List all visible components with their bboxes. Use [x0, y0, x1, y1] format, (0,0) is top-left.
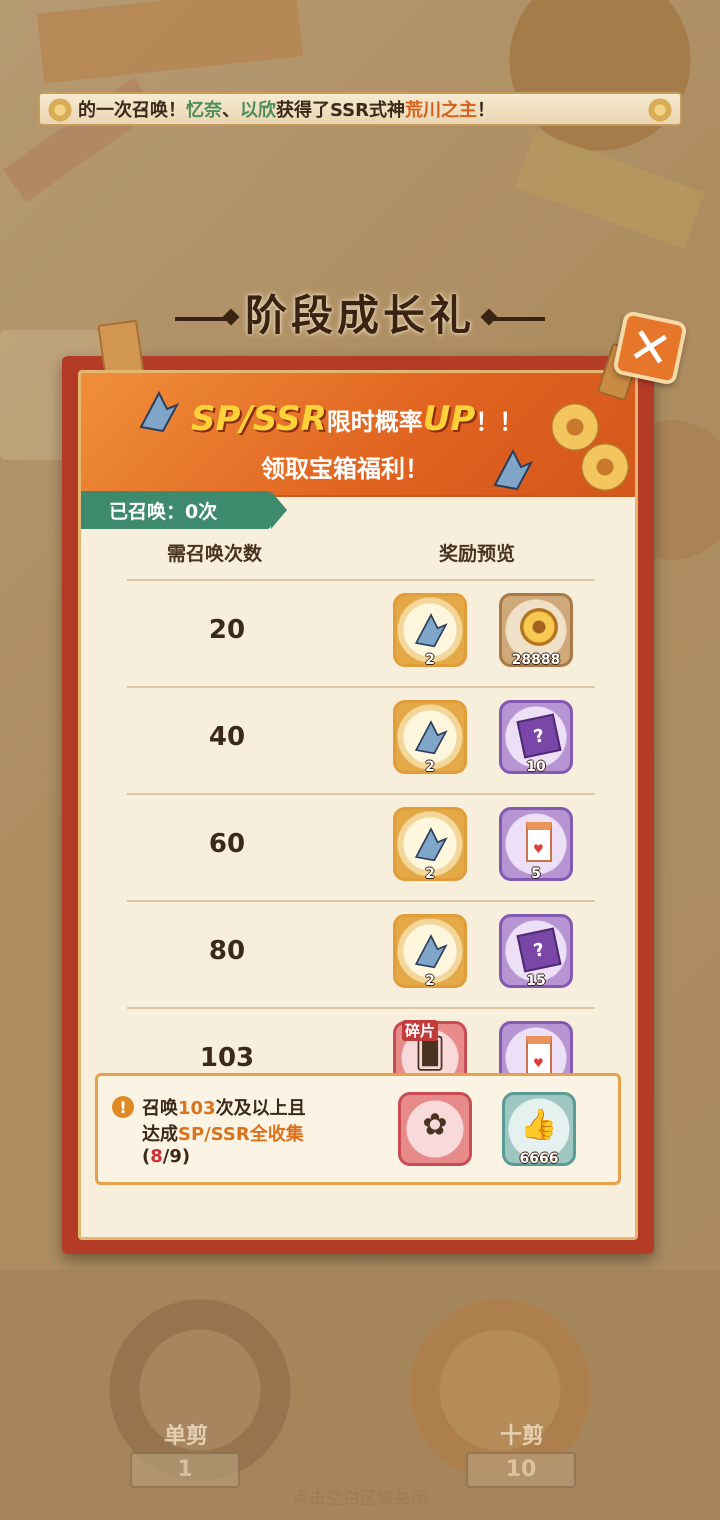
event-banner: SP/SSR限时概率UP！！ 领取宝箱福利！: [81, 373, 635, 497]
reward-paper: SP/SSR限时概率UP！！ 领取宝箱福利！ 已召唤：0次 需召唤次数 奖励预览…: [78, 370, 638, 1240]
shikigami-name: 荒川之主: [404, 100, 477, 121]
thumbs-up-card-icon: 👍: [520, 1107, 558, 1143]
player-name: 以欣: [240, 100, 276, 121]
exclamation-icon: !: [112, 1096, 134, 1118]
reward-item-paper-bird[interactable]: 2: [393, 700, 467, 775]
paper-bird-icon: [414, 827, 448, 862]
reward-item-mystery-gift[interactable]: ✿: [398, 1092, 472, 1166]
close-hint: 点击空白区域关闭: [292, 1489, 428, 1509]
coin-icon: [551, 403, 599, 451]
summon-count-badge: 已召唤：0次: [81, 491, 287, 529]
single-summon-cost: 1: [130, 1452, 240, 1488]
broadcast-marquee: 的一次召唤！ 忆奈 、 以欣 获得了SSR式神 荒川之主 ！: [38, 92, 682, 126]
paper-bird-icon: [493, 448, 534, 491]
flower-icon: [648, 98, 672, 122]
fragment-card-icon: 🂠: [414, 1036, 446, 1072]
paper-bird-icon: [414, 613, 448, 648]
title-ornament-left: [174, 317, 235, 321]
reward-item-paper-bird[interactable]: 2: [393, 807, 467, 882]
banner-headline: SP/SSR限时概率UP！！: [191, 399, 524, 439]
ten-summon-cost: 10: [466, 1452, 576, 1488]
required-count: 20: [208, 615, 246, 645]
mystery-box-icon: ?: [516, 713, 562, 759]
milk-carton-icon: [526, 822, 552, 862]
growth-reward-panel: SP/SSR限时概率UP！！ 领取宝箱福利！ 已召唤：0次 需召唤次数 奖励预览…: [62, 319, 654, 1254]
player-name: 忆奈: [186, 100, 222, 121]
reward-item-gold-coin[interactable]: 28888: [499, 593, 573, 668]
reward-item-paper-bird[interactable]: 2: [393, 593, 467, 668]
required-count: 80: [208, 936, 246, 966]
reward-item-milk-carton[interactable]: 5: [499, 807, 573, 882]
fragment-tag: 碎片: [402, 1020, 439, 1041]
collection-bonus: ! 召唤103次及以上且 达成SP/SSR全收集 (8/9) ✿ 👍 6666: [95, 1073, 621, 1185]
close-button[interactable]: ✕: [612, 310, 688, 386]
mystery-box-icon: ?: [516, 927, 562, 973]
table-header: 需召唤次数 奖励预览: [167, 543, 516, 565]
reward-table: 20 2 28888 40 2 ? 10 60 2 ♥ 5 80 2 ? 15 …: [127, 579, 595, 1114]
required-count: 103: [199, 1043, 255, 1073]
title-ornament-right: [485, 317, 545, 321]
single-summon-label: 单剪: [163, 1424, 208, 1449]
table-row: 20 2 28888: [127, 579, 595, 686]
paper-bird-icon: [139, 390, 180, 433]
ten-summon-label: 十剪: [499, 1424, 544, 1449]
table-row: 80 2 ? 15: [127, 900, 595, 1007]
reward-item-mystery-talisman[interactable]: ? 10: [499, 700, 573, 775]
reward-item-paper-bird[interactable]: 2: [393, 914, 467, 989]
table-row: 60 2 5: [127, 793, 595, 900]
paper-bird-icon: [414, 934, 448, 969]
flower-icon: [48, 98, 72, 122]
coin-icon: [520, 608, 558, 646]
milk-carton-icon: [526, 1036, 552, 1076]
close-icon: ✕: [623, 315, 677, 381]
required-count: 60: [208, 829, 246, 859]
banner-subline: 领取宝箱福利！: [261, 455, 429, 483]
collection-progress: (8/9): [142, 1146, 191, 1167]
reward-item-like-card[interactable]: 👍 6666: [502, 1092, 576, 1167]
table-row: 40 2 ? 10: [127, 686, 595, 793]
required-count: 40: [208, 722, 246, 752]
reward-item-mystery-talisman[interactable]: ? 15: [499, 914, 573, 989]
paper-bird-icon: [414, 720, 448, 755]
coin-icon: [581, 443, 629, 491]
gift-icon: ✿: [422, 1107, 448, 1143]
